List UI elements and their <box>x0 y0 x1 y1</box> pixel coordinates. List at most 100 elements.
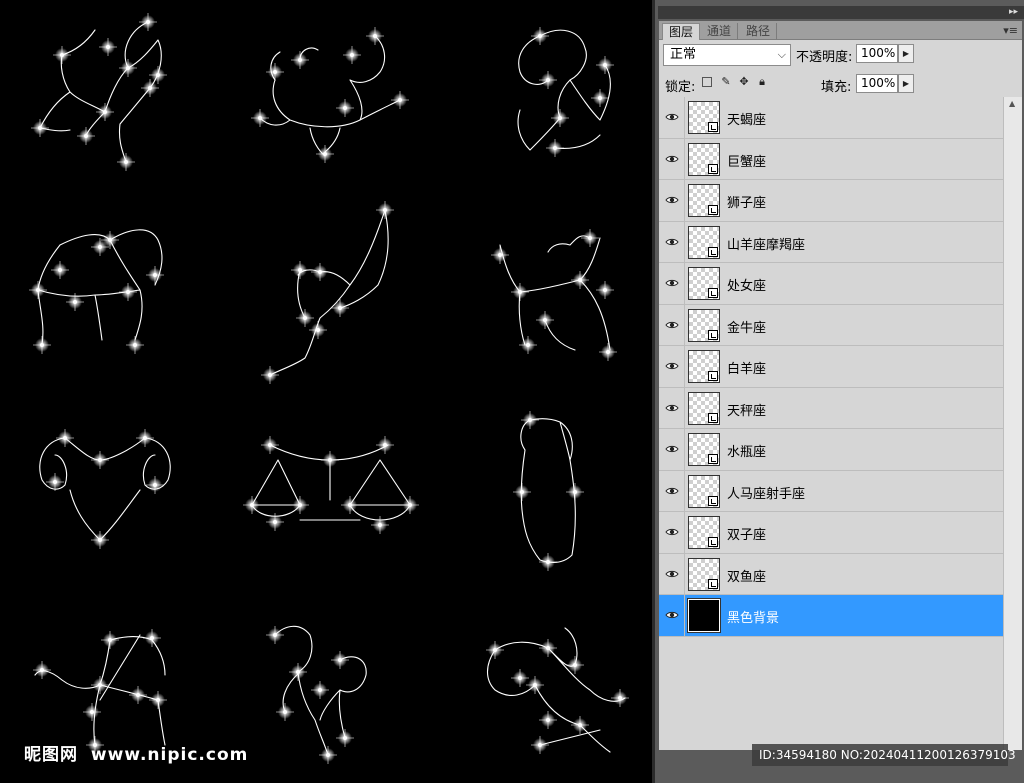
smart-object-icon <box>708 122 718 132</box>
layer-row[interactable]: 水瓶座 <box>659 429 1003 471</box>
tab-layers[interactable]: 图层 <box>662 23 701 40</box>
layer-list-scrollbar[interactable]: ▲ <box>1003 97 1022 750</box>
layer-thumbnail[interactable] <box>688 142 720 176</box>
visibility-eye-icon[interactable] <box>665 276 679 290</box>
smart-object-icon <box>708 454 718 464</box>
watermark-logo-text: 昵图网 <box>24 745 78 765</box>
layer-name[interactable]: 狮子座 <box>727 192 766 211</box>
layer-thumbnail[interactable] <box>688 391 720 425</box>
smart-object-icon <box>708 578 718 589</box>
layer-row[interactable]: 人马座射手座 <box>659 470 1003 512</box>
layer-thumbnail[interactable] <box>688 557 720 591</box>
layer-row[interactable]: 白羊座 <box>659 346 1003 388</box>
visibility-eye-icon[interactable] <box>665 110 679 124</box>
leo-constellation <box>517 29 611 151</box>
layer-name[interactable]: 天秤座 <box>727 400 766 419</box>
layer-name[interactable]: 巨蟹座 <box>727 151 766 170</box>
layer-options-bar: 正常 ⌵ 不透明度: 100% ▶ 锁定: ✎ ✥ 🔒︎ 填充: 100% ▶ <box>659 40 1022 97</box>
aquarius-constellation <box>520 418 576 564</box>
visibility-eye-icon[interactable] <box>665 359 679 373</box>
layer-row[interactable]: 黑色背景 <box>659 595 1003 637</box>
layer-row[interactable]: 金牛座 <box>659 304 1003 346</box>
layer-name[interactable]: 金牛座 <box>727 317 766 336</box>
visibility-eye-icon[interactable] <box>665 152 679 166</box>
layer-name[interactable]: 双子座 <box>727 524 766 543</box>
layer-row[interactable]: 处女座 <box>659 263 1003 305</box>
layer-row-divider <box>684 595 685 636</box>
layer-row-divider <box>684 470 685 511</box>
panel-title-bar: ▸▸ <box>658 6 1024 19</box>
layer-name[interactable]: 水瓶座 <box>727 441 766 460</box>
blend-mode-value: 正常 <box>670 47 697 62</box>
layer-thumbnail[interactable] <box>688 225 720 259</box>
visibility-eye-icon[interactable] <box>665 442 679 456</box>
layer-thumbnail[interactable] <box>688 516 720 549</box>
layer-row[interactable]: 狮子座 <box>659 180 1003 222</box>
smart-object-icon <box>708 329 718 340</box>
layer-name[interactable]: 双鱼座 <box>727 566 766 585</box>
smart-object-icon <box>708 537 718 547</box>
visibility-eye-icon[interactable] <box>665 235 679 249</box>
smart-object-icon <box>708 246 718 257</box>
layer-row[interactable]: 双鱼座 <box>659 553 1003 595</box>
scroll-up-icon[interactable]: ▲ <box>1009 99 1015 108</box>
document-canvas[interactable]: 昵图网 www.nipic.com <box>0 0 652 783</box>
virgo-constellation <box>269 209 389 376</box>
visibility-eye-icon[interactable] <box>665 608 679 622</box>
layer-name[interactable]: 天蝎座 <box>727 109 766 128</box>
layer-thumbnail[interactable] <box>688 267 720 300</box>
layer-name[interactable]: 处女座 <box>727 275 766 294</box>
lock-position-icon[interactable]: ✥ <box>738 76 750 88</box>
layer-thumbnail[interactable] <box>688 350 720 383</box>
layer-name[interactable]: 人马座射手座 <box>727 483 805 502</box>
layer-row-divider <box>684 387 685 428</box>
layer-name[interactable]: 白羊座 <box>727 358 766 377</box>
layer-thumbnail[interactable] <box>688 308 720 342</box>
lock-all-icon[interactable]: 🔒︎ <box>756 76 768 88</box>
tab-channels[interactable]: 通道 <box>701 23 739 40</box>
pisces-constellation <box>486 627 626 753</box>
layers-panel: ▸▸ 图层 通道 路径 ▾≡ 正常 ⌵ 不透明度: 100% ▶ 锁定: ✎ ✥… <box>652 0 1024 783</box>
layer-row[interactable]: 巨蟹座 <box>659 138 1003 180</box>
smart-object-icon <box>708 412 718 423</box>
layer-thumbnail[interactable] <box>688 184 720 217</box>
visibility-eye-icon[interactable] <box>665 318 679 332</box>
opacity-input[interactable]: 100% <box>856 44 898 63</box>
smart-object-icon <box>708 288 718 298</box>
lock-image-pixels-icon[interactable]: ✎ <box>720 76 732 88</box>
collapse-panel-icon[interactable]: ▸▸ <box>1009 7 1018 18</box>
layer-name[interactable]: 山羊座摩羯座 <box>727 234 805 253</box>
blend-mode-select[interactable]: 正常 ⌵ <box>663 44 791 66</box>
constellation-stars <box>28 12 630 765</box>
layer-thumbnail[interactable] <box>688 101 720 134</box>
lock-transparent-pixels-icon[interactable] <box>702 77 712 87</box>
layer-row[interactable]: 山羊座摩羯座 <box>659 221 1003 263</box>
image-id-watermark: ID:34594180 NO:20240411200126379103 <box>752 744 1016 766</box>
visibility-eye-icon[interactable] <box>665 401 679 415</box>
visibility-eye-icon[interactable] <box>665 484 679 498</box>
fill-slider-toggle[interactable]: ▶ <box>898 74 914 93</box>
cancer-constellation <box>259 35 401 157</box>
visibility-eye-icon[interactable] <box>665 193 679 207</box>
visibility-eye-icon[interactable] <box>665 525 679 539</box>
opacity-slider-toggle[interactable]: ▶ <box>898 44 914 63</box>
panel-tab-bar: 图层 通道 路径 ▾≡ <box>659 21 1022 40</box>
scorpio-constellation <box>39 21 162 163</box>
chevron-down-icon: ⌵ <box>777 48 786 61</box>
smart-object-icon <box>708 205 718 215</box>
layer-name[interactable]: 黑色背景 <box>727 607 779 626</box>
watermark-site-text: www.nipic.com <box>90 745 249 765</box>
nipic-watermark-logo: 昵图网 www.nipic.com <box>24 740 248 765</box>
layer-thumbnail[interactable] <box>688 433 720 466</box>
constellation-artwork <box>28 12 630 765</box>
layer-row[interactable]: 天秤座 <box>659 387 1003 429</box>
layer-thumbnail[interactable] <box>687 598 721 633</box>
fill-input[interactable]: 100% <box>856 74 898 93</box>
layer-thumbnail[interactable] <box>688 474 720 508</box>
visibility-eye-icon[interactable] <box>665 567 679 581</box>
tab-paths[interactable]: 路径 <box>740 23 778 40</box>
panel-menu-icon[interactable]: ▾≡ <box>1003 24 1018 37</box>
layer-row[interactable]: 双子座 <box>659 512 1003 554</box>
layer-row-divider <box>684 180 685 221</box>
layer-row[interactable]: 天蝎座 <box>659 97 1003 139</box>
